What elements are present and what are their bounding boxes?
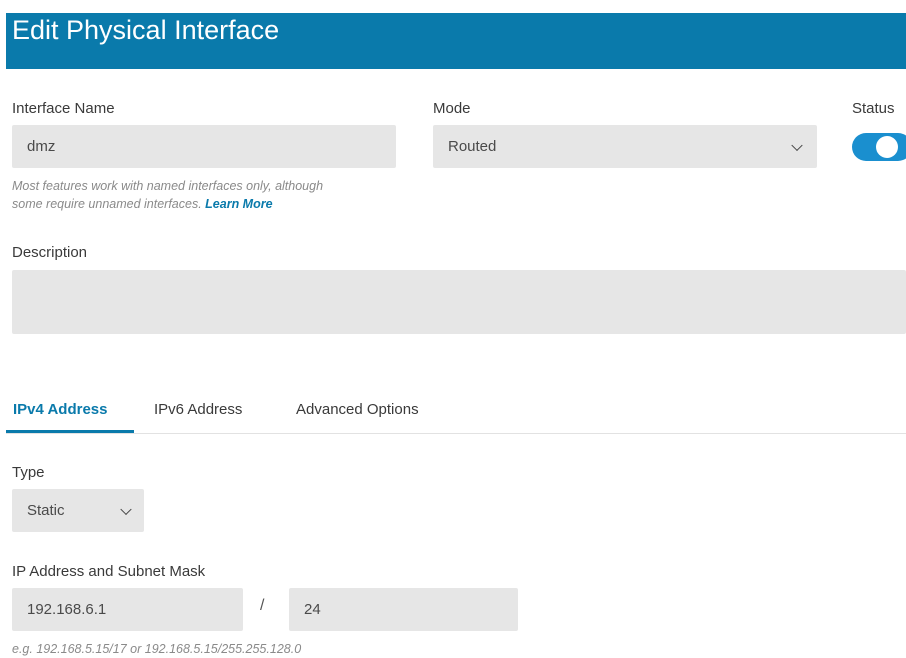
ip-address-value: 192.168.6.1 — [27, 601, 107, 618]
interface-name-hint-line2: some require unnamed interfaces. — [12, 197, 202, 211]
address-tabs: IPv4 Address IPv6 Address Advanced Optio… — [6, 393, 906, 434]
type-select[interactable]: Static — [12, 489, 144, 532]
subnet-mask-value: 24 — [304, 601, 321, 618]
tab-advanced-options[interactable]: Advanced Options — [296, 401, 419, 418]
dialog-header: Edit Physical Interface — [6, 13, 906, 69]
type-value: Static — [27, 502, 65, 519]
mode-label: Mode — [433, 100, 471, 117]
mode-select[interactable]: Routed — [433, 125, 817, 168]
interface-name-value: dmz — [27, 138, 56, 155]
ip-address-input[interactable]: 192.168.6.1 — [12, 588, 243, 631]
subnet-separator: / — [260, 597, 265, 614]
learn-more-link[interactable]: Learn More — [205, 197, 272, 211]
tab-ipv6-address[interactable]: IPv6 Address — [154, 401, 242, 418]
ip-address-hint: e.g. 192.168.5.15/17 or 192.168.5.15/255… — [12, 642, 302, 656]
ip-address-label: IP Address and Subnet Mask — [12, 563, 206, 580]
tab-ipv4-address[interactable]: IPv4 Address — [13, 401, 108, 418]
type-label: Type — [12, 464, 45, 481]
active-tab-indicator — [6, 430, 134, 433]
status-toggle[interactable] — [852, 133, 906, 161]
interface-name-label: Interface Name — [12, 100, 115, 117]
description-label: Description — [12, 244, 88, 261]
interface-name-hint-line1: Most features work with named interfaces… — [12, 179, 324, 193]
chevron-down-icon — [791, 139, 803, 151]
subnet-mask-input[interactable]: 24 — [289, 588, 518, 631]
interface-name-input[interactable]: dmz — [12, 125, 396, 168]
interface-name-hint: Most features work with named interfaces… — [12, 177, 323, 213]
dialog-title: Edit Physical Interface — [12, 15, 280, 45]
mode-value: Routed — [448, 138, 497, 155]
description-input[interactable] — [12, 270, 906, 334]
edit-physical-interface-dialog: Edit Physical Interface Interface Name d… — [0, 0, 906, 658]
toggle-knob — [876, 136, 898, 158]
chevron-down-icon — [120, 503, 132, 515]
status-label: Status — [852, 100, 895, 117]
